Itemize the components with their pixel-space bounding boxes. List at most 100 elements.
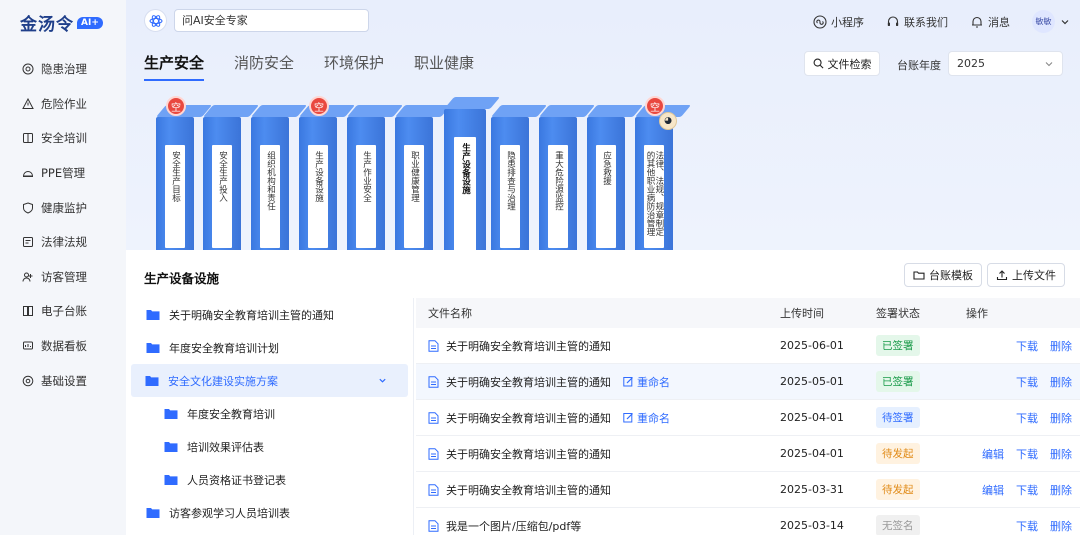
tab-2[interactable]: 环境保护 (324, 52, 384, 81)
table-row[interactable]: 关于明确安全教育培训主管的通知 2025-06-01 已签署 下载 删除 (416, 328, 1080, 364)
sidebar-item-label: 安全培训 (41, 131, 87, 146)
tree-item-label: 关于明确安全教育培训主管的通知 (169, 308, 334, 322)
tree-item-label: 年度安全教育培训计划 (169, 341, 279, 355)
row-action-button[interactable]: 删除 (1050, 374, 1072, 390)
upload-icon (996, 270, 1008, 281)
cell-name: 关于明确安全教育培训主管的通知 (416, 338, 770, 354)
tree-item[interactable]: 年度安全教育培训 (126, 397, 413, 430)
file-name[interactable]: 关于明确安全教育培训主管的通知 (446, 446, 611, 462)
file-name[interactable]: 关于明确安全教育培训主管的通知 (446, 374, 611, 390)
file-name[interactable]: 关于明确安全教育培训主管的通知 (446, 410, 611, 426)
tree-item[interactable]: 安全文化建设实施方案 (131, 364, 408, 397)
binder-label-box: 生产作业安全 (356, 145, 376, 248)
row-action-button[interactable]: 编辑 (982, 482, 1004, 498)
user-avatar[interactable]: 敏敏 (1032, 10, 1055, 33)
file-search-button[interactable]: 文件检索 (804, 51, 880, 76)
row-action-button[interactable]: 删除 (1050, 518, 1072, 534)
tree-item[interactable]: 关于明确安全教育培训主管的通知 (126, 298, 413, 331)
row-action-button[interactable]: 下载 (1016, 446, 1038, 462)
tab-1[interactable]: 消防安全 (234, 52, 294, 81)
contact-label: 联系我们 (904, 15, 948, 29)
tab-3[interactable]: 职业健康 (414, 52, 474, 81)
table-row[interactable]: 关于明确安全教育培训主管的通知 2025-03-31 待发起 编辑 下载 删除 (416, 472, 1080, 508)
empty-pin-label: 空 (309, 96, 329, 116)
tab-0[interactable]: 生产安全 (144, 52, 205, 81)
rename-button[interactable]: 重命名 (623, 410, 670, 426)
tree-item[interactable]: 人员资格证书登记表 (126, 463, 413, 496)
binder-9[interactable]: 应急救援 (587, 105, 644, 252)
rename-label: 重命名 (637, 375, 670, 389)
binder-5[interactable]: 职业健康管理 (395, 105, 452, 252)
sidebar-item-0[interactable]: 隐患治理 (0, 52, 126, 87)
row-action-button[interactable]: 下载 (1016, 518, 1038, 534)
binder-3[interactable]: 生产设备设施 (299, 105, 356, 252)
row-action-button[interactable]: 删除 (1050, 446, 1072, 462)
binder-10[interactable]: 法律、法规、规章制定的其他职业病防治管理 (635, 105, 692, 252)
sidebar-item-2[interactable]: 安全培训 (0, 121, 126, 156)
binder-cap (395, 105, 452, 117)
chevron-down-icon[interactable] (378, 376, 387, 385)
upload-button[interactable]: 上传文件 (987, 263, 1065, 287)
cell-ops: 下载 删除 (966, 518, 1080, 534)
table-row[interactable]: 关于明确安全教育培训主管的通知 重命名 2025-05-01 已签署 下载 删除 (416, 364, 1080, 400)
table-row[interactable]: 我是一个图片/压缩包/pdf等 2025-03-14 无签名 下载 删除 (416, 508, 1080, 535)
mini-program-label: 小程序 (831, 15, 864, 29)
header-ops: 操作 (966, 307, 988, 320)
sidebar-item-8[interactable]: 数据看板 (0, 329, 126, 364)
ai-assistant-icon[interactable] (144, 9, 167, 32)
template-button[interactable]: 台账模板 (904, 263, 982, 287)
chevron-down-icon[interactable] (1060, 17, 1070, 27)
file-name[interactable]: 关于明确安全教育培训主管的通知 (446, 338, 611, 354)
law-icon (22, 236, 34, 248)
file-name[interactable]: 关于明确安全教育培训主管的通知 (446, 482, 611, 498)
binder-1[interactable]: 安全生产投入 (203, 105, 260, 252)
row-action-button[interactable]: 下载 (1016, 338, 1038, 354)
sidebar-item-label: 法律法规 (41, 235, 87, 250)
top-bar: 小程序 联系我们 消息 敏敏 (126, 0, 1080, 40)
row-action-button[interactable]: 下载 (1016, 374, 1038, 390)
binder-8[interactable]: 重大危险源监控 (539, 105, 596, 252)
sidebar-item-6[interactable]: 访客管理 (0, 260, 126, 295)
table-row[interactable]: 关于明确安全教育培训主管的通知 2025-04-01 待发起 编辑 下载 删除 (416, 436, 1080, 472)
row-action-button[interactable]: 删除 (1050, 410, 1072, 426)
row-action-button[interactable]: 下载 (1016, 482, 1038, 498)
file-name[interactable]: 我是一个图片/压缩包/pdf等 (446, 518, 581, 534)
binder-label: 隐患排查与治理 (505, 151, 516, 211)
binder-6[interactable]: 生产设备设施 (444, 97, 501, 259)
row-action-button[interactable]: 编辑 (982, 446, 1004, 462)
sidebar-item-3[interactable]: PPE管理 (0, 156, 126, 191)
app-logo[interactable]: 金汤令 AI+ (20, 10, 103, 35)
year-select[interactable]: 2025 (948, 51, 1063, 76)
binder-4[interactable]: 生产作业安全 (347, 105, 404, 252)
tree-item[interactable]: 培训效果评估表 (126, 430, 413, 463)
contact-link[interactable]: 联系我们 (886, 14, 948, 30)
binder-2[interactable]: 组织机构和责任 (251, 105, 308, 252)
year-label: 台账年度 (897, 59, 941, 72)
sidebar-item-9[interactable]: 基础设置 (0, 363, 126, 398)
tree-item[interactable]: 访客参观学习人员培训表 (126, 496, 413, 529)
status-badge: 已签署 (876, 335, 920, 356)
binder-label: 安全生产投入 (217, 151, 228, 202)
sidebar-item-5[interactable]: 法律法规 (0, 225, 126, 260)
row-action-button[interactable]: 删除 (1050, 482, 1072, 498)
row-action-button[interactable]: 删除 (1050, 338, 1072, 354)
sidebar-item-label: 访客管理 (41, 269, 87, 284)
tree-item-label: 安全文化建设实施方案 (168, 374, 278, 388)
chevron-down-icon (1045, 61, 1053, 66)
sidebar-item-1[interactable]: 危险作业 (0, 87, 126, 122)
row-action-button[interactable]: 下载 (1016, 410, 1038, 426)
messages-link[interactable]: 消息 (970, 14, 1010, 30)
binder-7[interactable]: 隐患排查与治理 (491, 105, 548, 252)
folder-tree: 关于明确安全教育培训主管的通知 年度安全教育培训计划 安全文化建设实施方案年度安全教… (126, 298, 414, 535)
sidebar-item-4[interactable]: 健康监护 (0, 190, 126, 225)
mini-program-link[interactable]: 小程序 (813, 14, 864, 30)
binder-label: 法律、法规、规章制定的其他职业病防治管理 (645, 151, 664, 236)
binder-0[interactable]: 安全生产目标 (156, 105, 213, 252)
cell-name: 关于明确安全教育培训主管的通知 (416, 446, 770, 462)
sidebar-item-7[interactable]: 电子台账 (0, 294, 126, 329)
tree-item[interactable]: 年度安全教育培训计划 (126, 331, 413, 364)
table-row[interactable]: 关于明确安全教育培训主管的通知 重命名 2025-04-01 待签署 下载 删除 (416, 400, 1080, 436)
cell-ops: 下载 删除 (966, 374, 1080, 390)
rename-button[interactable]: 重命名 (623, 374, 670, 390)
ai-search-input[interactable] (174, 9, 369, 32)
